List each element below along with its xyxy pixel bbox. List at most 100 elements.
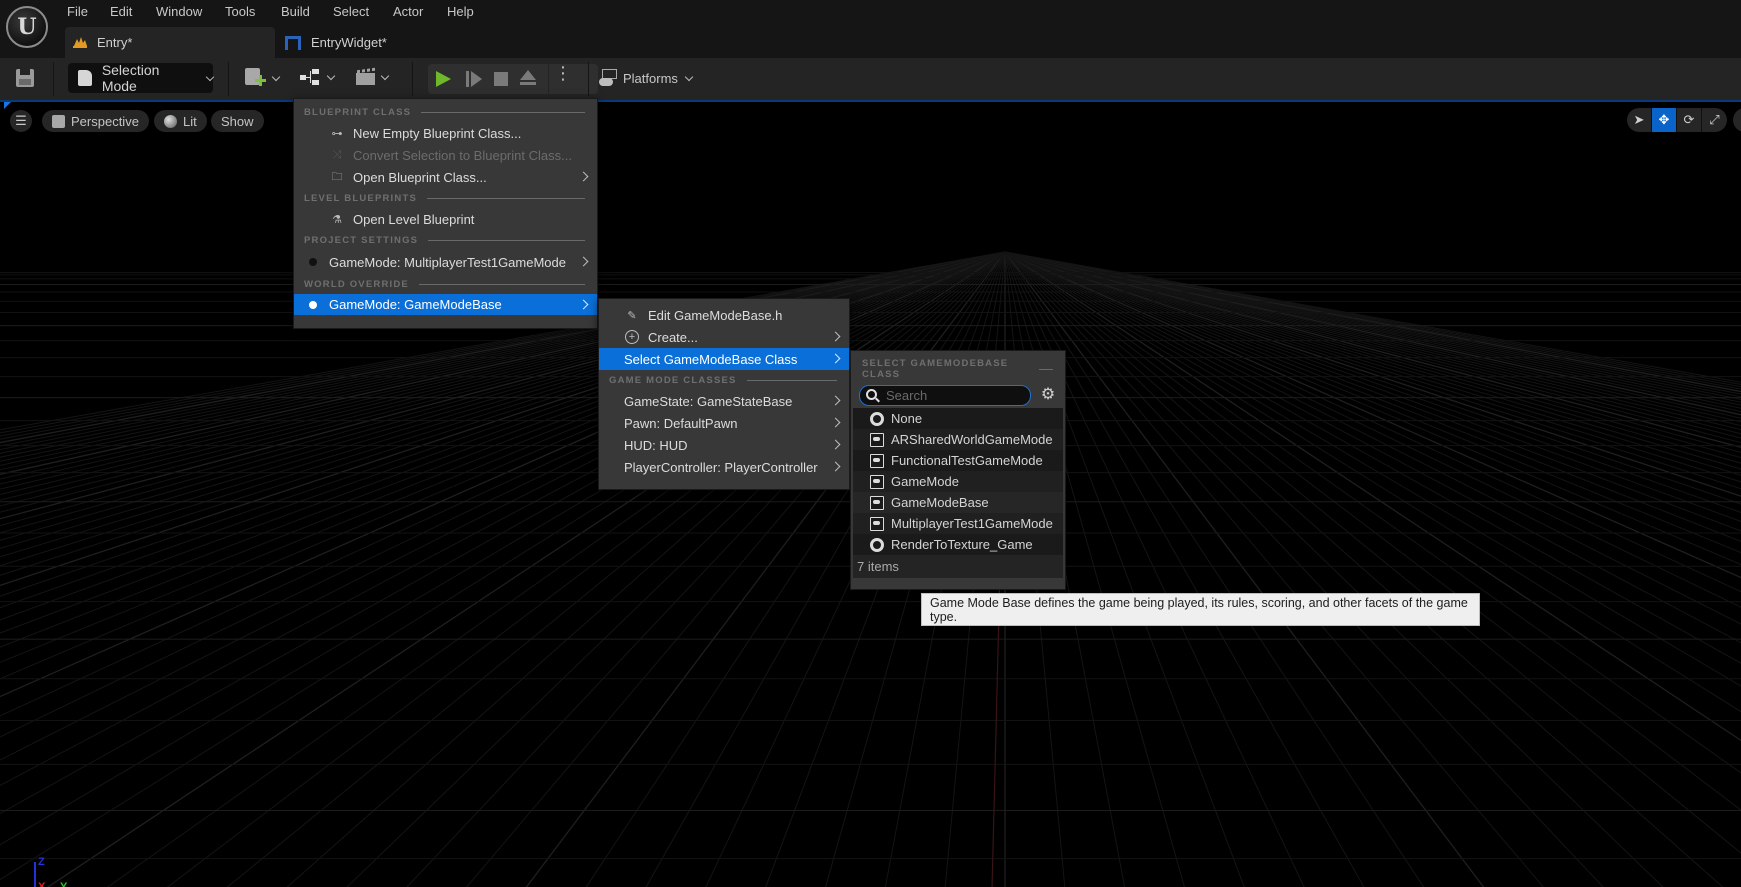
class-item-none[interactable]: None	[853, 408, 1063, 429]
chevron-right-icon	[578, 171, 589, 182]
lit-button[interactable]: Lit	[154, 110, 207, 132]
gear-icon: ⚙	[1040, 386, 1056, 403]
folder-search-icon: 🗀	[331, 170, 343, 183]
menu-help[interactable]: Help	[447, 4, 474, 19]
menu-window[interactable]: Window	[156, 4, 202, 19]
class-item-functionaltestgamemode[interactable]: FunctionalTestGameMode	[853, 450, 1063, 471]
stop-button[interactable]	[494, 72, 508, 86]
tab-entrywidget[interactable]: EntryWidget*	[285, 27, 455, 58]
cinematics-button[interactable]	[356, 67, 390, 86]
item-count-bar: 7 items	[853, 555, 1063, 578]
main-toolbar: Selection Mode ⋮ Platforms	[0, 58, 1741, 100]
chevron-down-icon	[684, 72, 694, 81]
gamestate-class-item[interactable]: GameState: GameStateBase	[599, 390, 849, 412]
move-arrows-icon: ✥	[1658, 112, 1670, 127]
select-gamemodebase-class-item[interactable]: Select GameModeBase Class	[599, 348, 849, 370]
advance-frame-button[interactable]	[466, 71, 482, 87]
menu-file[interactable]: File	[67, 4, 88, 19]
tab-entry[interactable]: Entry*	[65, 27, 275, 58]
world-gamemode-item[interactable]: GameMode: GameModeBase	[294, 294, 597, 315]
platforms-button[interactable]: Platforms	[599, 69, 694, 87]
chevron-down-icon	[205, 72, 215, 81]
new-empty-blueprint-class-item[interactable]: ⊶ New Empty Blueprint Class...	[294, 122, 597, 144]
class-item-multiplayertest1gamemode[interactable]: MultiplayerTest1GameMode	[853, 513, 1063, 534]
eject-button[interactable]	[520, 70, 536, 86]
unreal-logo-icon[interactable]: U	[6, 6, 48, 48]
scale-tool-button[interactable]: ⤢	[1702, 108, 1727, 132]
perspective-button[interactable]: Perspective	[42, 110, 149, 132]
convert-selection-item[interactable]: ⤨ Convert Selection to Blueprint Class..…	[294, 144, 597, 166]
blueprint-icon	[300, 68, 322, 86]
cinematics-icon	[356, 67, 376, 86]
rotate-tool-button[interactable]: ⟳	[1677, 108, 1702, 132]
more-options-button[interactable]: ⋮	[554, 64, 572, 90]
tab-label: Entry*	[97, 35, 133, 50]
perspective-label: Perspective	[71, 113, 139, 129]
menu-select[interactable]: Select	[333, 4, 369, 19]
scale-icon: ⤢	[1709, 112, 1720, 127]
open-blueprint-class-item[interactable]: 🗀 Open Blueprint Class...	[294, 166, 597, 188]
chevron-right-icon	[830, 353, 841, 364]
gamemode-icon	[870, 496, 884, 510]
menu-actor[interactable]: Actor	[393, 4, 423, 19]
section-game-mode-classes: GAME MODE CLASSES	[599, 370, 849, 390]
chevron-right-icon	[830, 331, 841, 342]
grid-line	[1004, 251, 1741, 444]
platforms-icon	[599, 69, 619, 87]
lit-sphere-icon	[164, 114, 177, 128]
show-label: Show	[221, 113, 254, 129]
open-level-blueprint-item[interactable]: ⚗ Open Level Blueprint	[294, 208, 597, 230]
blueprint-node-icon: ⊶	[331, 127, 343, 140]
transform-tools: ➤ ✥ ⟳ ⤢	[1627, 108, 1727, 132]
chevron-right-icon	[830, 417, 841, 428]
grid-line	[1004, 251, 1485, 887]
blueprints-button[interactable]	[300, 68, 336, 86]
chevron-right-icon	[578, 256, 589, 267]
menu-edit[interactable]: Edit	[110, 4, 132, 19]
project-gamemode-item[interactable]: GameMode: MultiplayerTest1GameMode	[294, 250, 597, 274]
save-button[interactable]	[16, 69, 34, 87]
cube-icon	[52, 114, 65, 128]
play-controls: ⋮	[428, 64, 598, 94]
axis-gizmo: Z X Y	[32, 856, 72, 887]
axis-x-label: X	[38, 881, 46, 887]
pawn-class-item[interactable]: Pawn: DefaultPawn	[599, 412, 849, 434]
chevron-down-icon	[271, 72, 281, 81]
item-count: 7 items	[857, 559, 899, 574]
class-item-gamemodebase[interactable]: GameModeBase	[853, 492, 1063, 513]
shuffle-icon: ⤨	[332, 148, 342, 161]
selection-mode-dropdown[interactable]: Selection Mode	[68, 62, 215, 94]
playercontroller-class-item[interactable]: PlayerController: PlayerController	[599, 456, 849, 478]
rotate-icon: ⟳	[1683, 112, 1695, 127]
create-item[interactable]: + Create...	[599, 326, 849, 348]
bullet-icon	[309, 258, 317, 266]
gamemode-icon	[870, 517, 884, 531]
lit-label: Lit	[183, 113, 197, 129]
level-blueprint-icon: ⚗	[332, 213, 342, 226]
translate-tool-button[interactable]: ✥	[1652, 108, 1677, 132]
class-item-arsharedworldgamemode[interactable]: ARSharedWorldGameMode	[853, 429, 1063, 450]
selection-mode-icon	[78, 70, 92, 86]
section-world-override: WORLD OVERRIDE	[294, 274, 597, 294]
select-tool-button[interactable]: ➤	[1627, 108, 1652, 132]
view-options-button[interactable]: ⚙	[1039, 386, 1057, 404]
add-actor-button[interactable]	[245, 68, 281, 88]
section-level-blueprints: LEVEL BLUEPRINTS	[294, 188, 597, 208]
axis-z-label: Z	[38, 856, 45, 868]
class-item-gamemode[interactable]: GameMode	[853, 471, 1063, 492]
class-picker-title: SELECT GAMEMODEBASE CLASS	[851, 358, 1065, 380]
hud-class-item[interactable]: HUD: HUD	[599, 434, 849, 456]
class-item-rendertotexture-game[interactable]: RenderToTexture_Game	[853, 534, 1063, 555]
menu-tools[interactable]: Tools	[225, 4, 255, 19]
viewport-options-button[interactable]: ☰	[10, 110, 32, 132]
show-button[interactable]: Show	[211, 110, 264, 132]
class-search-input[interactable]	[886, 388, 1021, 403]
tooltip-text: Game Mode Base defines the game being pl…	[930, 595, 1468, 624]
play-button[interactable]	[436, 71, 451, 87]
menu-build[interactable]: Build	[281, 4, 310, 19]
gamemode-icon	[870, 454, 884, 468]
class-search-box[interactable]	[859, 385, 1031, 406]
pencil-icon: ✎	[627, 309, 637, 322]
edit-gamemodebase-item[interactable]: ✎ Edit GameModeBase.h	[599, 304, 849, 326]
platforms-label: Platforms	[623, 70, 678, 86]
